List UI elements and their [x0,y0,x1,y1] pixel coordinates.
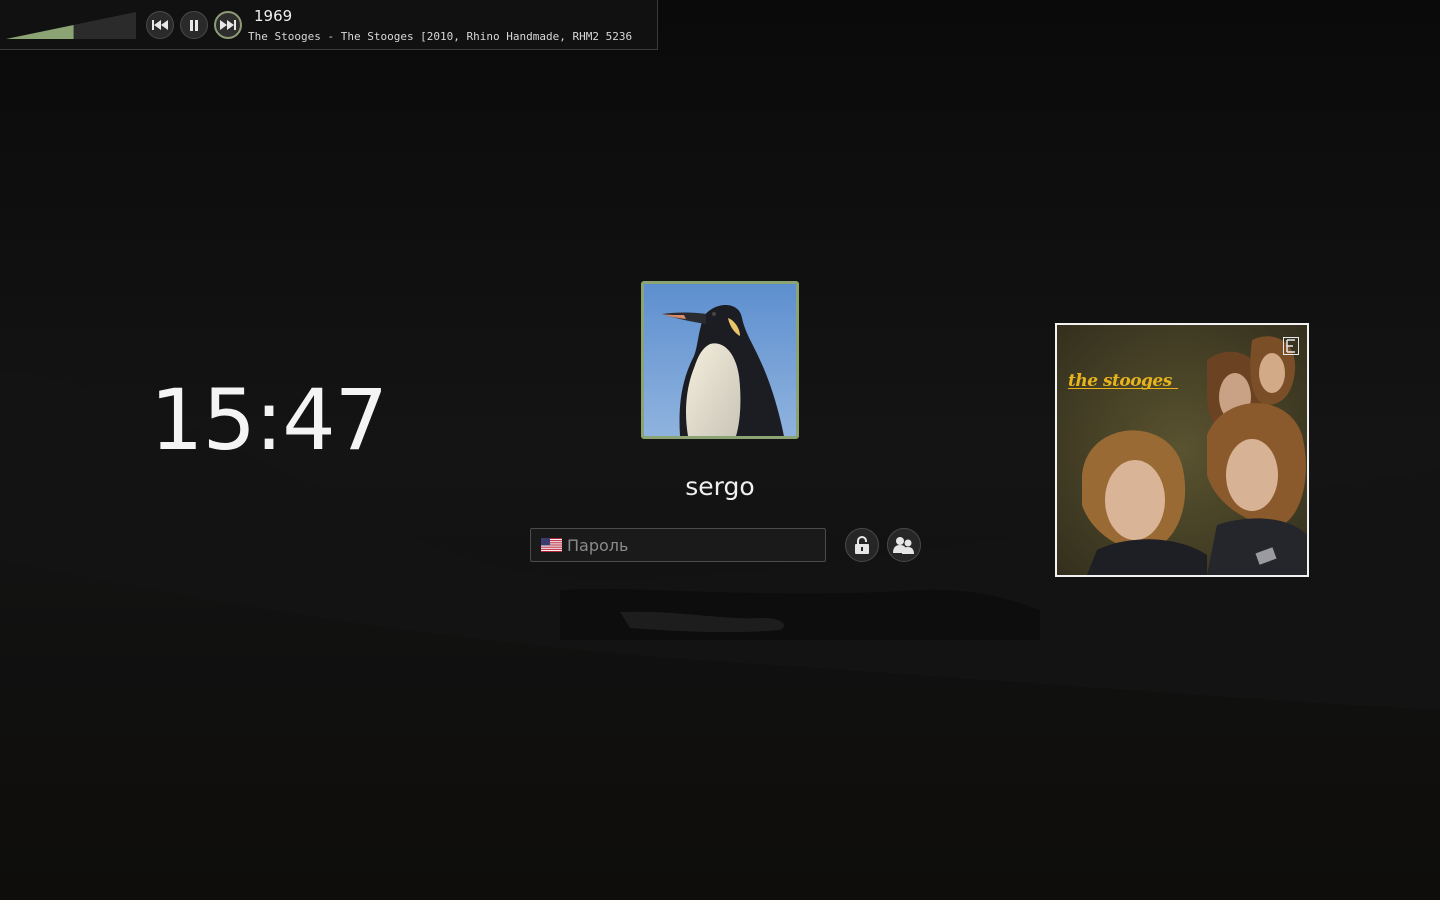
media-player: 1969 The Stooges - The Stooges [2010, Rh… [0,0,658,50]
penguin-avatar-image [644,284,796,436]
username: sergo [685,472,755,501]
record-label-logo [1283,337,1299,355]
switch-user-button[interactable] [887,528,921,562]
unlock-button[interactable] [845,528,879,562]
skip-forward-icon [220,20,236,30]
switch-user-icon [893,537,914,554]
track-title: 1969 [254,7,293,25]
next-track-button[interactable] [214,11,242,39]
padlock-icon [855,536,869,554]
skip-back-icon [152,20,168,30]
clock: 15:47 [150,371,388,469]
password-field[interactable] [530,528,826,562]
lock-screen: 1969 The Stooges - The Stooges [2010, Rh… [0,0,1440,900]
track-info: The Stooges - The Stooges [2010, Rhino H… [248,30,633,43]
pause-icon [190,19,198,31]
us-flag-icon[interactable] [541,538,562,552]
album-cover-art [1057,325,1307,575]
avatar [641,281,799,439]
pause-button[interactable] [180,11,208,39]
previous-track-button[interactable] [146,11,174,39]
volume-slider[interactable] [6,12,136,39]
album-brand-text: the stooges [1068,371,1178,391]
album-cover: the stooges [1055,323,1309,577]
password-input[interactable] [567,529,817,561]
